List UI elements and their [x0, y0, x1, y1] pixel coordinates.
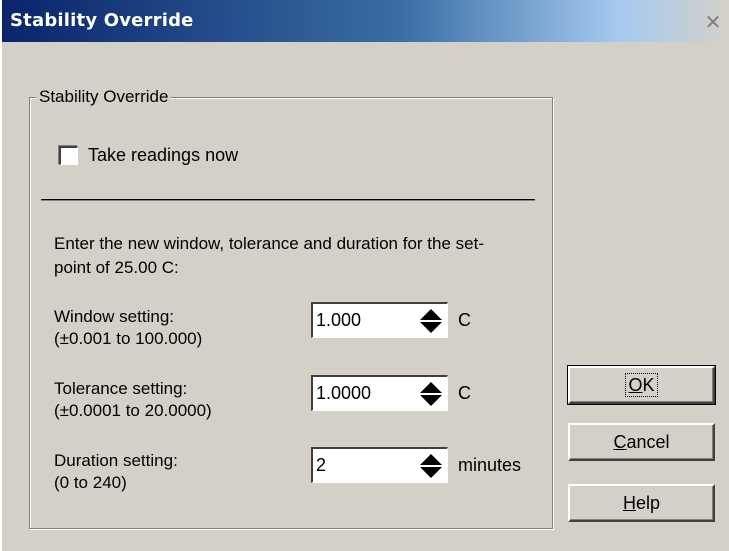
window-setting-range: (±0.001 to 100.000) [54, 329, 203, 348]
duration-setting-label: Duration setting: (0 to 240) [54, 450, 178, 494]
separator-line [41, 199, 535, 200]
duration-setting-unit: minutes [458, 455, 522, 475]
duration-setting-input[interactable] [313, 449, 408, 482]
window-setting-label: Window setting: (±0.001 to 100.000) [54, 306, 202, 350]
ok-mnemonic: O [628, 375, 643, 395]
window-setting-unit: C [458, 310, 471, 330]
duration-setting-spinbox [311, 447, 448, 483]
take-readings-label[interactable]: Take readings now [88, 145, 238, 166]
duration-setting-label-title: Duration setting: [54, 451, 178, 470]
close-icon[interactable]: ✕ [702, 12, 724, 32]
ok-button[interactable]: OK [567, 365, 716, 405]
tolerance-setting-range: (±0.0001 to 20.0000) [54, 401, 212, 420]
window-setting-spinbox [311, 302, 448, 338]
spin-up-icon[interactable] [419, 308, 442, 320]
window-setting-spinner[interactable] [413, 304, 448, 337]
window-setting-input[interactable] [313, 304, 408, 337]
spin-down-icon[interactable] [419, 394, 442, 406]
tolerance-setting-spinner[interactable] [413, 377, 448, 410]
stability-override-dialog: Stability Override ✕ Stability Override … [0, 0, 729, 551]
take-readings-checkbox[interactable] [59, 146, 78, 165]
cancel-mnemonic: C [613, 432, 627, 452]
spin-down-icon[interactable] [419, 466, 442, 478]
spin-up-icon[interactable] [419, 381, 442, 393]
spin-up-icon[interactable] [419, 453, 442, 465]
help-mnemonic: H [622, 493, 636, 513]
cancel-button[interactable]: Cancel [568, 423, 715, 461]
title-bar[interactable]: Stability Override ✕ [2, 0, 729, 42]
duration-setting-spinner[interactable] [413, 449, 448, 482]
tolerance-setting-spinbox [311, 375, 448, 411]
duration-setting-range: (0 to 240) [54, 473, 127, 492]
window-title: Stability Override [10, 10, 194, 31]
ok-label: K [642, 375, 655, 395]
help-label: elp [635, 493, 661, 513]
cancel-label: ancel [626, 432, 670, 452]
tolerance-setting-input[interactable] [313, 377, 408, 410]
tolerance-setting-unit: C [458, 383, 471, 403]
instruction-text: Enter the new window, tolerance and dura… [54, 234, 484, 277]
tolerance-setting-label-title: Tolerance setting: [54, 379, 188, 398]
groupbox-legend: Stability Override [36, 87, 172, 107]
tolerance-setting-label: Tolerance setting: (±0.0001 to 20.0000) [54, 378, 212, 422]
spin-down-icon[interactable] [419, 321, 442, 333]
help-button[interactable]: Help [568, 484, 715, 522]
ok-button-focus: OK [625, 373, 658, 397]
window-setting-label-title: Window setting: [54, 307, 174, 326]
